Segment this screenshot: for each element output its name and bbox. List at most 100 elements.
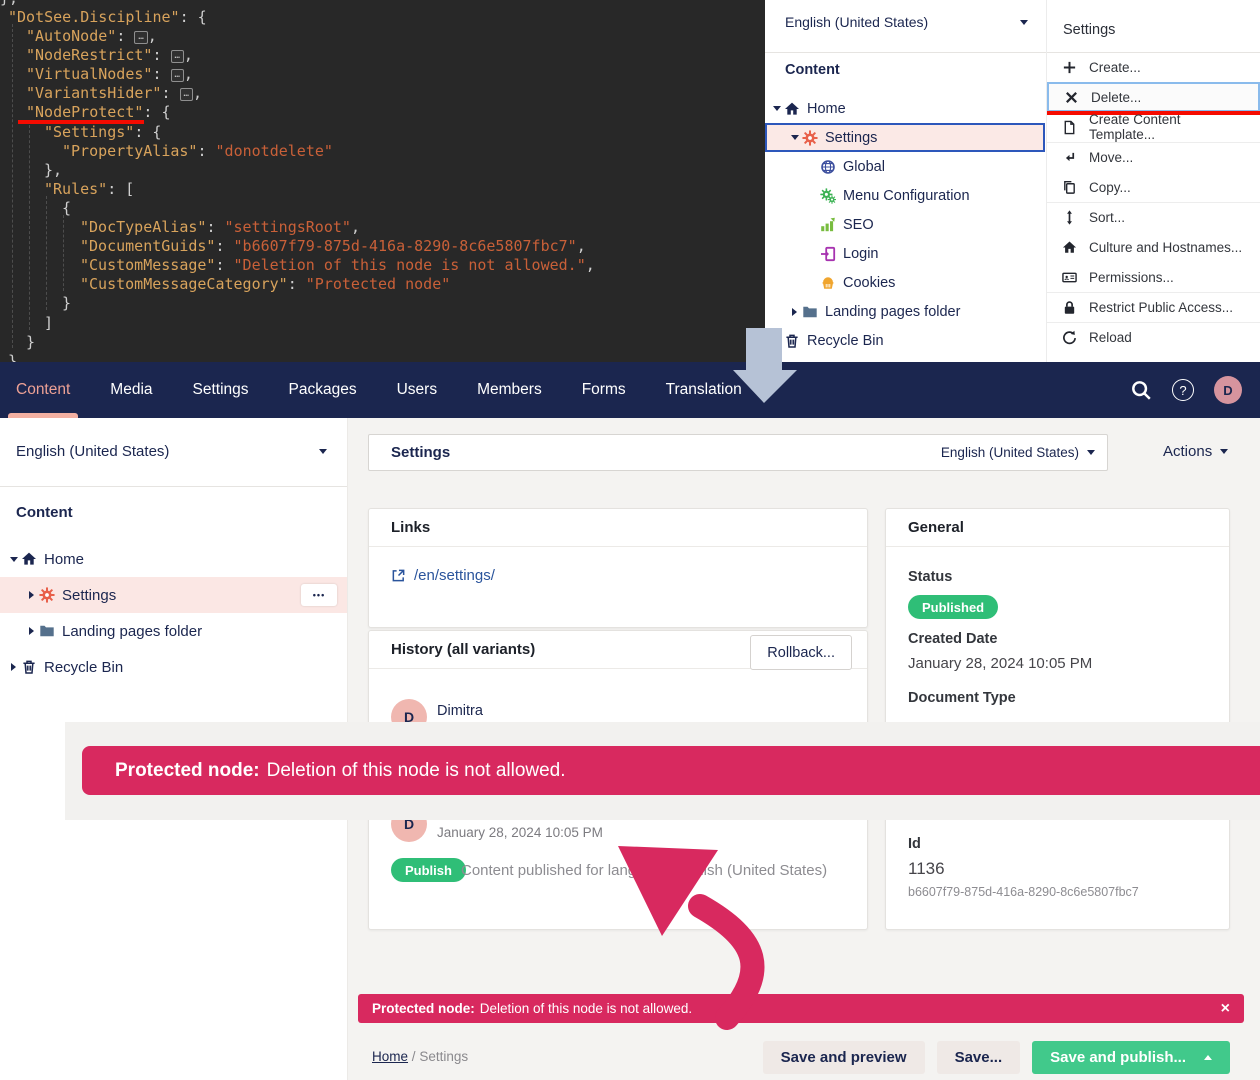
- avatar[interactable]: D: [1214, 376, 1242, 404]
- tree-item-label: Home: [44, 551, 84, 568]
- menu-item-restrict-public-access[interactable]: Restrict Public Access...: [1047, 292, 1260, 322]
- caret-down-icon: [6, 553, 21, 565]
- plus-icon: [1062, 60, 1077, 75]
- nav-tab-packages[interactable]: Packages: [289, 362, 357, 418]
- tree-item-settings[interactable]: Settings: [765, 123, 1045, 152]
- indent-guide: [12, 24, 13, 348]
- tree-item-home[interactable]: Home: [765, 94, 1045, 123]
- document-type-label: Document Type: [908, 690, 1016, 706]
- tree-item-seo[interactable]: SEO: [765, 210, 1045, 239]
- card-title: General: [908, 519, 964, 536]
- home-icon: [21, 551, 37, 567]
- history-user-name: Dimitra: [437, 703, 483, 719]
- card-title: History (all variants): [391, 641, 535, 658]
- tree-item-label: Login: [843, 246, 878, 262]
- menu-item-label: Sort...: [1089, 210, 1125, 225]
- rollback-button[interactable]: Rollback...: [750, 635, 852, 670]
- globe-icon: [820, 159, 836, 175]
- close-icon[interactable]: ×: [1221, 1001, 1230, 1017]
- json-config-code: },"DotSee.Discipline": {"AutoNode": …,"N…: [0, 0, 765, 362]
- help-icon[interactable]: ?: [1172, 379, 1194, 401]
- navbar-right: ? D: [1130, 362, 1242, 418]
- top-navbar: Content Media Settings Packages Users Members…: [0, 362, 1260, 418]
- menu-item-create[interactable]: Create...: [1047, 52, 1260, 82]
- code-line: }: [0, 333, 765, 352]
- language-selector[interactable]: English (United States): [16, 443, 327, 460]
- breadcrumb-home-link[interactable]: Home: [372, 1049, 408, 1064]
- tree-item-home[interactable]: Home: [0, 541, 347, 577]
- login-icon: [820, 246, 836, 262]
- menu-item-label: Create...: [1089, 60, 1141, 75]
- tree-item-menu-configuration[interactable]: Menu Configuration: [765, 181, 1045, 210]
- menu-item-sort[interactable]: Sort...: [1047, 202, 1260, 232]
- menu-item-label: Copy...: [1089, 180, 1131, 195]
- gears-icon: [820, 188, 836, 204]
- tree-item-label: Menu Configuration: [843, 188, 970, 204]
- page-link[interactable]: /en/settings/: [391, 567, 495, 584]
- document-header: Settings English (United States): [368, 434, 1108, 471]
- publish-badge: Publish: [391, 858, 466, 882]
- nav-tab-settings[interactable]: Settings: [193, 362, 249, 418]
- menu-item-permissions[interactable]: Permissions...: [1047, 262, 1260, 292]
- lock-icon: [1062, 300, 1077, 315]
- caret-down-icon: [787, 132, 802, 144]
- down-arrow-annotation: [720, 325, 810, 407]
- nav-tab-forms[interactable]: Forms: [582, 362, 626, 418]
- reload-icon: [1062, 330, 1077, 345]
- menu-item-reload[interactable]: Reload: [1047, 322, 1260, 352]
- chevron-down-icon: [1220, 449, 1228, 454]
- nav-tab-users[interactable]: Users: [397, 362, 437, 418]
- card-header: Links: [369, 509, 867, 547]
- nav-tab-members[interactable]: Members: [477, 362, 542, 418]
- created-date-label: Created Date: [908, 631, 997, 647]
- language-selector[interactable]: English (United States): [785, 14, 1028, 30]
- breadcrumb-current: Settings: [419, 1049, 468, 1064]
- save-button[interactable]: Save...: [937, 1041, 1021, 1074]
- tree-item-label: Recycle Bin: [807, 333, 884, 349]
- context-tree-panel: English (United States) Content HomeSett…: [765, 0, 1046, 362]
- chevron-down-icon: [1020, 20, 1028, 25]
- code-line: },: [0, 161, 765, 180]
- code-line: "Settings": {: [0, 123, 765, 142]
- actions-dropdown[interactable]: Actions: [1163, 443, 1228, 460]
- footer-actions: Save and preview Save... Save and publis…: [763, 1041, 1230, 1074]
- card-header: History (all variants) Rollback...: [369, 631, 867, 669]
- home-icon: [1062, 240, 1077, 255]
- save-and-preview-button[interactable]: Save and preview: [763, 1041, 925, 1074]
- id-value: 1136: [908, 859, 945, 879]
- tree-item-landing-pages-folder[interactable]: Landing pages folder: [765, 297, 1045, 326]
- tree-item-label: Landing pages folder: [62, 623, 202, 640]
- tree-item-label: Landing pages folder: [825, 304, 960, 320]
- search-icon[interactable]: [1130, 379, 1152, 401]
- tree-item-settings[interactable]: Settings•••: [0, 577, 347, 613]
- menu-item-culture-and-hostnames[interactable]: Culture and Hostnames...: [1047, 232, 1260, 262]
- move-icon: [1062, 150, 1077, 165]
- tree-item-login[interactable]: Login: [765, 239, 1045, 268]
- save-and-publish-button[interactable]: Save and publish...: [1032, 1041, 1230, 1074]
- code-line: "CustomMessageCategory": "Protected node…: [0, 275, 765, 294]
- banner-category: Protected node:: [115, 760, 260, 782]
- tree-item-recycle-bin[interactable]: Recycle Bin: [0, 649, 347, 685]
- copy-icon: [1062, 180, 1077, 195]
- node-actions-button[interactable]: •••: [301, 584, 337, 606]
- menu-item-move[interactable]: Move...: [1047, 142, 1260, 172]
- code-line: "AutoNode": …,: [0, 27, 765, 46]
- tree-item-label: Settings: [825, 130, 877, 146]
- menu-item-copy[interactable]: Copy...: [1047, 172, 1260, 202]
- menu-item-create-content-template[interactable]: Create Content Template...: [1047, 112, 1260, 142]
- tree-item-label: Recycle Bin: [44, 659, 123, 676]
- tree-item-global[interactable]: Global: [765, 152, 1045, 181]
- divider: [0, 486, 347, 487]
- chart-icon: [820, 217, 836, 233]
- tree-item-landing-pages-folder[interactable]: Landing pages folder: [0, 613, 347, 649]
- code-editor: },"DotSee.Discipline": {"AutoNode": …,"N…: [0, 0, 765, 362]
- menu-item-delete[interactable]: Delete...: [1047, 82, 1260, 112]
- code-line: "CustomMessage": "Deletion of this node …: [0, 256, 765, 275]
- tree-item-cookies[interactable]: Cookies: [765, 268, 1045, 297]
- folder-icon: [39, 623, 55, 639]
- nav-tab-media[interactable]: Media: [110, 362, 152, 418]
- document-language-selector[interactable]: English (United States): [941, 445, 1095, 460]
- trash-icon: [21, 659, 37, 675]
- code-line: "Rules": [: [0, 180, 765, 199]
- nav-tab-content[interactable]: Content: [16, 362, 70, 418]
